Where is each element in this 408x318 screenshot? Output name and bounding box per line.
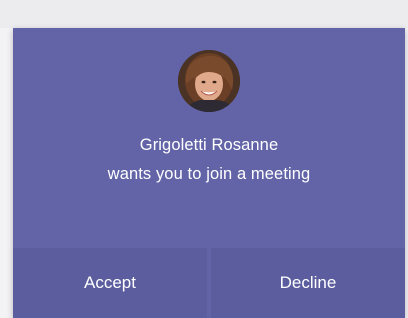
accept-button[interactable]: Accept: [13, 248, 207, 318]
decline-button[interactable]: Decline: [211, 248, 405, 318]
caller-name: Grigoletti Rosanne: [139, 136, 279, 154]
top-strip: [0, 0, 408, 28]
action-bar: Accept Decline: [13, 248, 405, 318]
caller-avatar: [178, 50, 240, 112]
meeting-invite-toast: Grigoletti Rosanne wants you to join a m…: [13, 28, 405, 318]
invite-message: wants you to join a meeting: [107, 165, 311, 183]
person-photo-icon: [178, 50, 240, 112]
